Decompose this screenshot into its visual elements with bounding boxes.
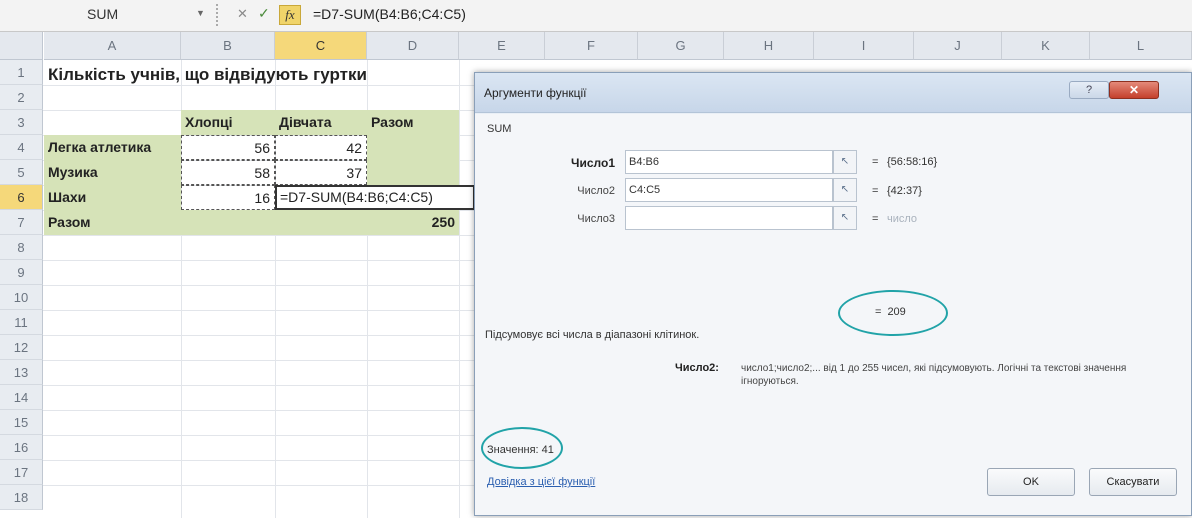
total-row-cell-empty[interactable] [181,210,275,235]
arg3-label: Число3 [577,213,615,225]
row-header-8[interactable]: 8 [0,235,43,260]
row-header-10[interactable]: 10 [0,285,43,310]
column-header-d[interactable]: D [367,32,459,60]
row-header-11[interactable]: 11 [0,310,43,335]
dialog-body: SUM Число1 B4:B6 ↖ = {56:58:16} Число2 C… [475,114,1191,515]
formula-bar-grip [216,4,220,26]
result-equals: = [875,306,882,318]
row-label-chess[interactable]: Шахи [44,185,181,210]
formula-input[interactable]: =D7-SUM(B4:B6;C4:C5) [313,6,466,22]
row-header-4[interactable]: 4 [0,135,43,160]
row-label-total[interactable]: Разом [44,210,181,235]
cancel-button[interactable]: Скасувати [1089,468,1177,496]
total-row-cell-empty[interactable] [275,210,367,235]
grand-total-cell[interactable]: 250 [367,210,459,235]
argument-description-label: Число2: [675,362,719,374]
row-header-7[interactable]: 7 [0,210,43,235]
boys-value-cell[interactable]: 56 [181,135,275,160]
arg2-label: Число2 [577,185,615,197]
row-header-3[interactable]: 3 [0,110,43,135]
row-header-12[interactable]: 12 [0,335,43,360]
ok-button[interactable]: OK [987,468,1075,496]
range-select-icon[interactable]: ↖ [833,150,857,174]
column-header-e[interactable]: E [459,32,545,60]
argument-description: число1;число2;... від 1 до 255 чисел, як… [741,363,1127,387]
arg1-equals: = [872,156,879,168]
range-select-icon[interactable]: ↖ [833,178,857,202]
function-arguments-dialog: Аргументи функції ? ✕ SUM Число1 B4:B6 ↖… [474,72,1192,516]
help-link[interactable]: Довідка з цієї функції [487,476,595,488]
active-cell-editor[interactable]: =D7-SUM(B4:B6;C4:C5) [275,185,475,210]
row-label-music[interactable]: Музика [44,160,181,185]
arg1-result: {56:58:16} [887,156,938,168]
header-girls-cell[interactable]: Дівчата [275,110,367,135]
column-header-l[interactable]: L [1090,32,1192,60]
column-header-a[interactable]: A [44,32,181,60]
name-box-dropdown-icon[interactable]: ▼ [196,8,205,18]
arg2-equals: = [872,185,879,197]
function-description: Підсумовує всі числа в діапазоні клітино… [485,329,700,341]
column-header-g[interactable]: G [638,32,724,60]
gridline [459,60,460,518]
row-header-5[interactable]: 5 [0,160,43,185]
row-header-2[interactable]: 2 [0,85,43,110]
sheet-title-cell[interactable]: Кількість учнів, що відвідують гуртки [44,62,464,87]
insert-function-icon[interactable]: fx [279,5,301,25]
header-boys-cell[interactable]: Хлопці [181,110,275,135]
row-header-18[interactable]: 18 [0,485,43,510]
girls-value-cell[interactable]: 42 [275,135,367,160]
column-header-b[interactable]: B [181,32,275,60]
row-label-athletics[interactable]: Легка атлетика [44,135,181,160]
select-all-corner[interactable] [0,32,43,60]
dialog-title: Аргументи функції [484,86,587,100]
value-label: Значення: [487,444,539,456]
dialog-titlebar[interactable]: Аргументи функції ? ✕ [475,73,1191,113]
row-header-6[interactable]: 6 [0,185,43,210]
boys-value-cell[interactable]: 16 [181,185,275,210]
column-header-c[interactable]: C [275,32,367,60]
formula-bar: SUM ▼ ✕ ✓ fx =D7-SUM(B4:B6;C4:C5) [0,0,1192,32]
row-header-17[interactable]: 17 [0,460,43,485]
column-header-j[interactable]: J [914,32,1002,60]
function-result: = 209 [875,306,906,318]
formula-value: 41 [541,444,554,456]
total-cell-empty[interactable] [367,160,459,185]
range-select-icon[interactable]: ↖ [833,206,857,230]
row-header-1[interactable]: 1 [0,60,43,85]
row-header-9[interactable]: 9 [0,260,43,285]
column-header-k[interactable]: K [1002,32,1090,60]
girls-value-cell[interactable]: 37 [275,160,367,185]
arg3-result-placeholder: число [887,213,918,225]
row-header-15[interactable]: 15 [0,410,43,435]
arg2-input[interactable]: C4:C5 [625,178,833,202]
arg3-equals: = [872,213,879,225]
column-header-f[interactable]: F [545,32,638,60]
arg1-label: Число1 [571,156,615,170]
row-header-16[interactable]: 16 [0,435,43,460]
column-header-i[interactable]: I [814,32,914,60]
help-button[interactable]: ? [1069,81,1109,99]
arg2-result: {42:37} [887,185,922,197]
function-result-value: 209 [887,306,906,318]
function-name: SUM [487,123,512,135]
header-total-cell[interactable]: Разом [367,110,459,135]
arg1-input[interactable]: B4:B6 [625,150,833,174]
row-header-14[interactable]: 14 [0,385,43,410]
close-button[interactable]: ✕ [1109,81,1159,99]
cancel-icon[interactable]: ✕ [237,6,248,22]
formula-value-line: Значення: 41 [487,444,554,456]
enter-icon[interactable]: ✓ [258,5,270,22]
boys-value-cell[interactable]: 58 [181,160,275,185]
arg3-input[interactable] [625,206,833,230]
row-header-13[interactable]: 13 [0,360,43,385]
total-cell-empty[interactable] [367,135,459,160]
name-box[interactable]: SUM [45,6,195,26]
column-header-h[interactable]: H [724,32,814,60]
